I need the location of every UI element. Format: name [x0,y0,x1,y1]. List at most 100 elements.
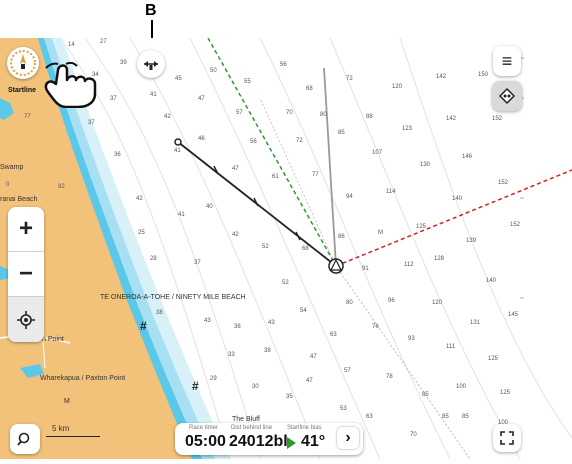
svg-text:142: 142 [436,74,447,80]
svg-text:146: 146 [462,154,473,160]
svg-text:29: 29 [210,376,217,382]
race-bar-next-button[interactable]: › [337,427,359,449]
zoom-control-group: + − [8,207,44,342]
svg-text:42: 42 [136,196,143,202]
startline-bias-value: 41° [301,433,326,450]
svg-text:128: 128 [434,256,445,262]
svg-text:38: 38 [156,310,163,316]
svg-text:86: 86 [338,234,345,240]
svg-text:45: 45 [175,76,182,82]
bias-play-icon [287,437,296,449]
svg-text:70: 70 [410,432,417,438]
scale-bar [46,436,100,437]
scale-bar-label: 5 km [52,424,70,433]
search-button[interactable] [10,424,40,454]
svg-text:131: 131 [470,320,481,326]
svg-text:25: 25 [138,230,145,236]
svg-text:85: 85 [462,414,469,420]
expand-icon [500,431,514,445]
race-timer-value: 05:00 [185,433,226,450]
svg-text:152: 152 [510,222,521,228]
svg-text:72: 72 [296,138,303,144]
startline-bias-label: Startline bias [287,425,322,431]
svg-text:40: 40 [206,204,213,210]
svg-text:70: 70 [286,110,293,116]
svg-text:93: 93 [408,336,415,342]
svg-text:150: 150 [478,72,489,78]
svg-text:142: 142 [446,116,457,122]
svg-text:107: 107 [372,150,383,156]
svg-text:140: 140 [486,278,497,284]
svg-text:#: # [192,379,199,393]
svg-text:55: 55 [244,79,251,85]
svg-text:145: 145 [508,312,519,318]
map-label-wharekapua: Wharekapua / Paxton Point [40,375,126,382]
svg-text:77: 77 [312,172,319,178]
svg-text:123: 123 [402,126,413,132]
map-label-the-bluff: The Bluff [232,416,260,423]
svg-text:53: 53 [340,406,347,412]
svg-text:47: 47 [306,378,313,384]
zoom-in-button[interactable]: + [8,207,44,252]
svg-text:56: 56 [280,62,287,68]
tag-marks-icon [498,87,516,105]
svg-text:61: 61 [272,174,279,180]
svg-text:#: # [140,319,147,333]
svg-text:152: 152 [492,116,503,122]
svg-text:28: 28 [150,256,157,262]
search-icon [17,432,30,446]
svg-text:94: 94 [346,194,353,200]
svg-text:68: 68 [302,246,309,252]
marks-layer-button[interactable] [492,81,522,111]
crosshair-icon [17,310,35,329]
svg-text:85: 85 [338,130,345,136]
svg-text:85: 85 [442,414,449,420]
svg-text:46: 46 [198,136,205,142]
svg-text:37: 37 [88,120,95,126]
startline-compass-button[interactable] [7,47,39,79]
svg-text:125: 125 [416,224,427,230]
dist-behind-line-value: 24012bl [229,433,288,450]
svg-text:114: 114 [386,189,396,195]
svg-text:37: 37 [110,96,117,102]
svg-text:33: 33 [228,352,235,358]
menu-button[interactable]: ≡ [493,46,521,76]
svg-text:47: 47 [232,166,239,172]
map-label-swamp: Swamp [0,164,24,171]
svg-text:57: 57 [236,110,243,116]
svg-text:125: 125 [500,390,511,396]
svg-text:77: 77 [24,114,31,120]
svg-text:38: 38 [264,348,271,354]
svg-text:100: 100 [456,384,467,390]
svg-text:72: 72 [346,76,353,82]
map-label-ranai-beach: ranai Beach [0,196,38,203]
svg-text:50: 50 [210,68,217,74]
svg-text:78: 78 [386,374,393,380]
line-length-button[interactable] [137,50,165,78]
race-info-bar[interactable]: Race timer 05:00 Dist behind line 24012b… [175,423,363,455]
svg-text:112: 112 [404,262,414,268]
zoom-out-button[interactable]: − [8,252,44,297]
svg-text:52: 52 [262,244,269,250]
fullscreen-button[interactable] [493,424,521,452]
startline-label: Startline [8,87,37,94]
svg-text:85: 85 [422,392,429,398]
svg-text:96: 96 [388,298,395,304]
svg-text:47: 47 [310,354,317,360]
svg-text:42: 42 [232,232,239,238]
race-timer-label: Race timer [189,425,219,431]
svg-text:91: 91 [362,266,369,272]
tap-hand-icon [44,62,97,108]
map-label-n-point: n Point [42,336,64,343]
svg-text:56: 56 [250,139,257,145]
svg-text:120: 120 [432,300,443,306]
menu-icon: ≡ [501,50,513,71]
compass-icon [10,50,36,76]
svg-text:92: 92 [58,184,65,190]
svg-text:120: 120 [392,84,403,90]
svg-text:14: 14 [68,42,75,48]
center-location-button[interactable] [8,297,44,342]
svg-text:80: 80 [320,112,327,118]
svg-text:30: 30 [252,384,259,390]
svg-text:76: 76 [372,324,379,330]
